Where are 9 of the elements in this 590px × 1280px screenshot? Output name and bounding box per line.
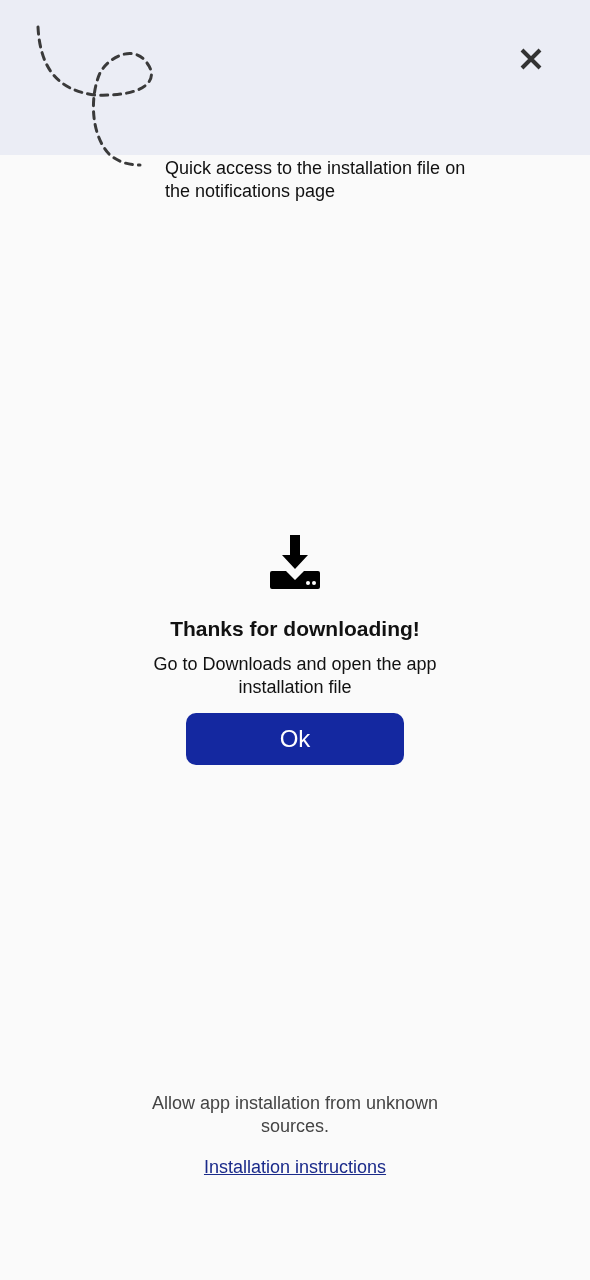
hint-text: Quick access to the installation file on the notifications page xyxy=(165,157,467,203)
close-icon xyxy=(519,47,543,71)
download-icon xyxy=(268,535,322,589)
instructions-link[interactable]: Installation instructions xyxy=(203,1157,387,1178)
ok-button[interactable]: Ok xyxy=(186,713,404,765)
close-button[interactable] xyxy=(518,46,544,72)
install-note: Allow app installation from unknown sources. xyxy=(150,1092,440,1138)
dialog-title: Thanks for downloading! xyxy=(170,617,420,641)
dialog-message: Go to Downloads and open the app installation file xyxy=(152,653,438,699)
